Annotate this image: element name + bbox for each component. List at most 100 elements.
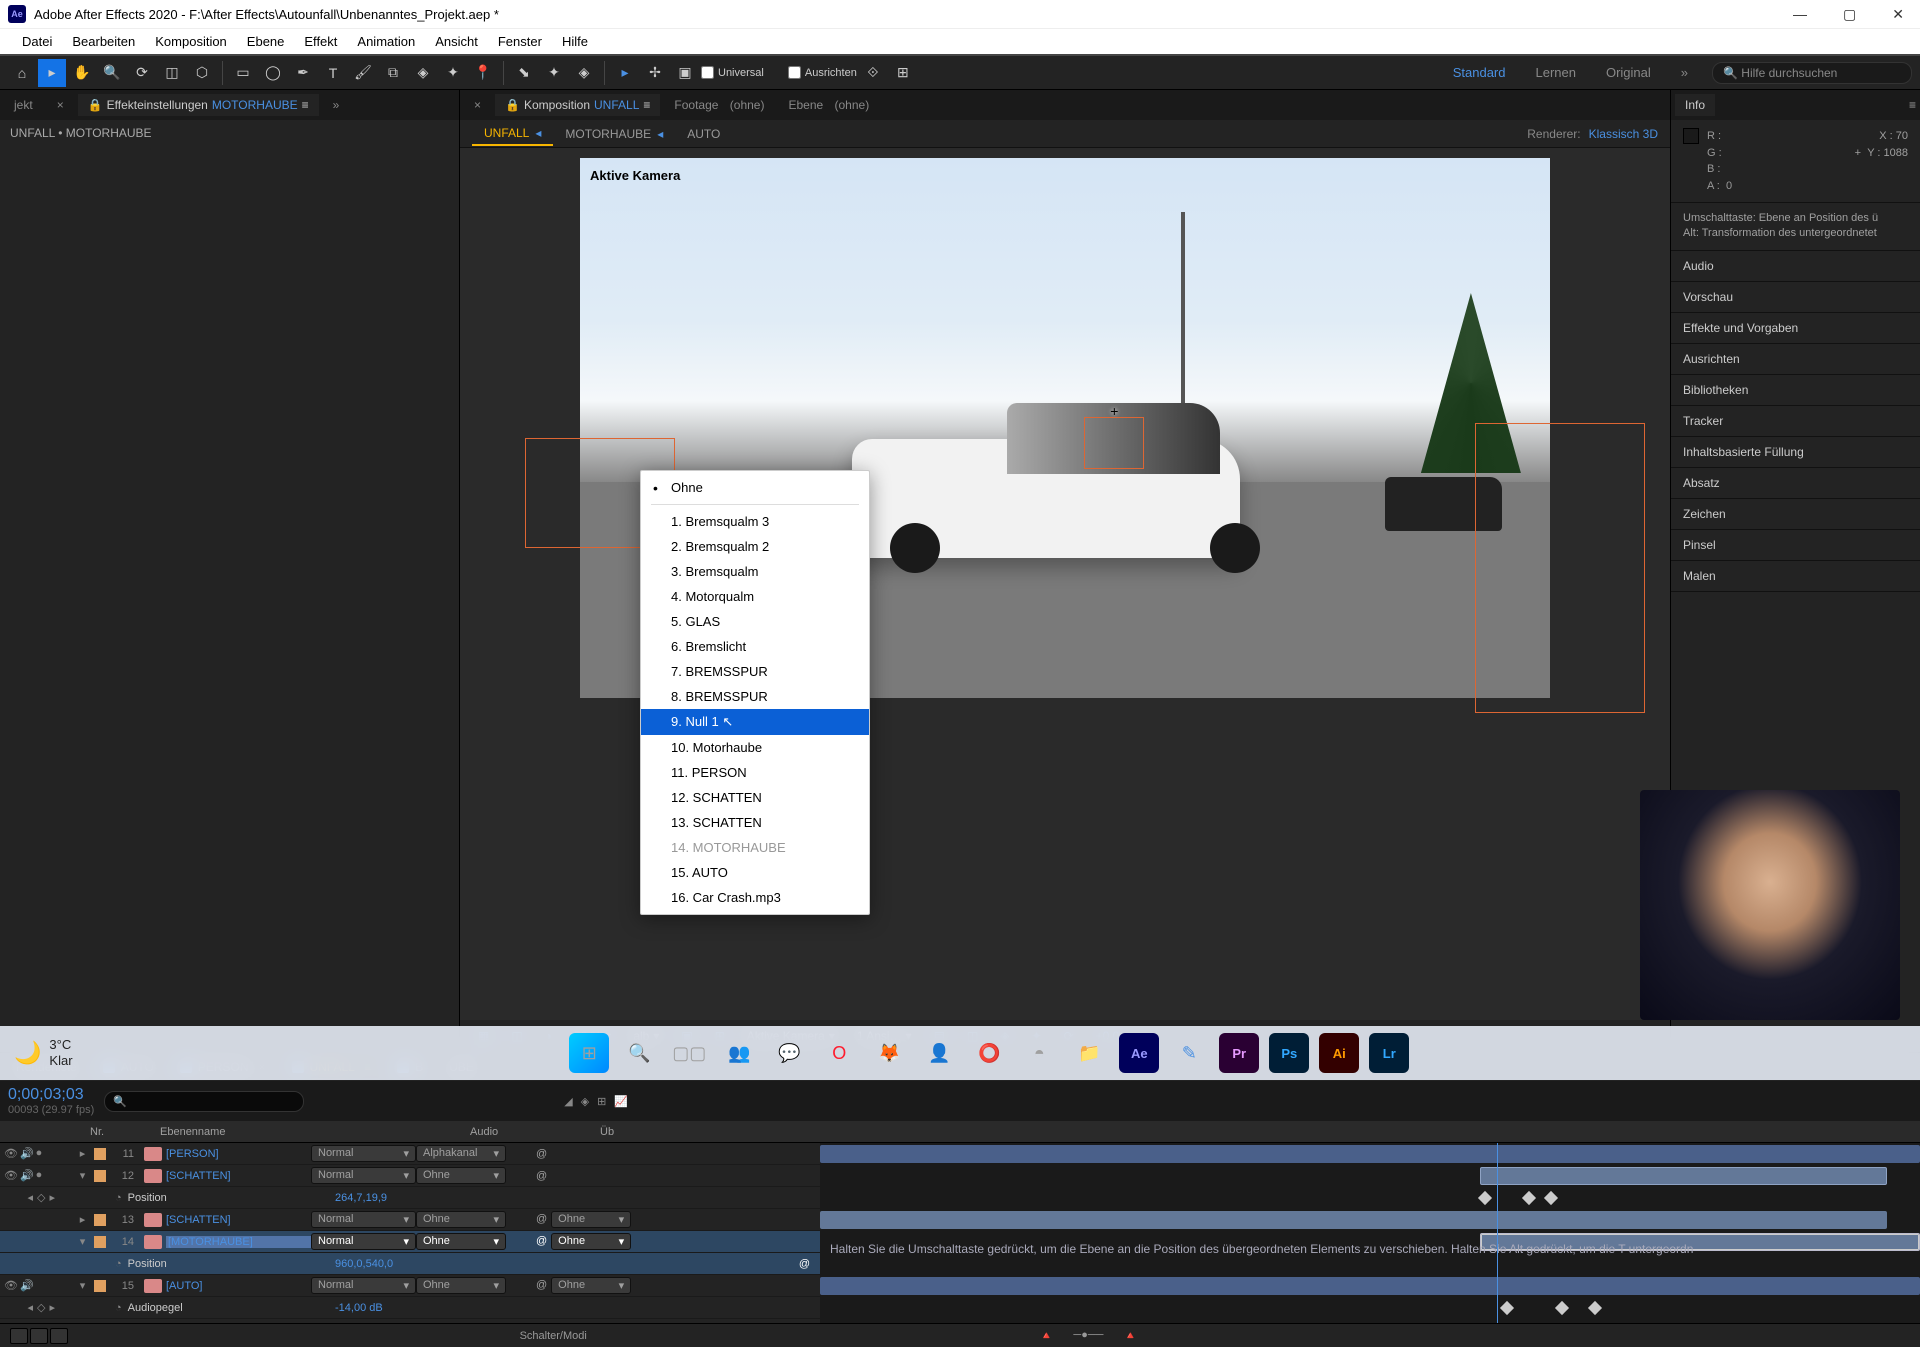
- menu-item-1[interactable]: 1. Bremsqualm 3: [641, 509, 869, 534]
- toggle-icon[interactable]: ▸: [75, 1147, 90, 1160]
- pickwhip-icon[interactable]: @: [536, 1148, 547, 1160]
- stopwatch-icon[interactable]: ◔: [115, 1302, 122, 1314]
- workspace-lernen[interactable]: Lernen: [1535, 65, 1575, 80]
- stopwatch-icon[interactable]: ◔: [115, 1192, 122, 1204]
- tab-menu-icon[interactable]: ≡: [643, 98, 650, 112]
- section-absatz[interactable]: Absatz: [1683, 476, 1908, 490]
- timeline-tracks[interactable]: 20f01:00f10f20f02:00f10f20f03:00f10f20f0…: [820, 1143, 1920, 1323]
- prev-key-icon[interactable]: ◂: [27, 1191, 33, 1204]
- zoom-tool[interactable]: 🔍: [98, 59, 126, 87]
- layer-row-12[interactable]: 👁🔊● ▾ 12 [SCHATTEN] Normal▾ Ohne▾ @: [0, 1165, 820, 1187]
- eraser-tool[interactable]: ◈: [409, 59, 437, 87]
- taskbar-explorer[interactable]: 📁: [1069, 1033, 1109, 1073]
- section-tracker[interactable]: Tracker: [1683, 414, 1908, 428]
- mode-dropdown[interactable]: Normal▾: [311, 1277, 416, 1294]
- menu-item-13[interactable]: 13. SCHATTEN: [641, 810, 869, 835]
- solo-icon[interactable]: ●: [36, 1147, 43, 1160]
- pickwhip-icon[interactable]: @: [536, 1170, 547, 1182]
- speaker-icon[interactable]: 🔊: [20, 1147, 34, 1160]
- property-row-audiopegel[interactable]: ◂◇▸ ◔Audiopegel -14,00 dB: [0, 1297, 820, 1319]
- mode-dropdown[interactable]: Normal▾: [311, 1145, 416, 1162]
- track-matte-dropdown[interactable]: Ohne▾: [416, 1167, 506, 1184]
- taskbar-illustrator[interactable]: Ai: [1319, 1033, 1359, 1073]
- section-pinsel[interactable]: Pinsel: [1683, 538, 1908, 552]
- tab-ebene[interactable]: Ebene (ohne): [778, 94, 879, 116]
- taskbar-app-3[interactable]: ◓: [1019, 1033, 1059, 1073]
- speaker-icon[interactable]: 🔊: [20, 1279, 34, 1292]
- menu-ansicht[interactable]: Ansicht: [425, 34, 488, 49]
- home-tool[interactable]: ⌂: [8, 59, 36, 87]
- parent-dropdown[interactable]: Ohne▾: [551, 1211, 631, 1228]
- menu-item-7[interactable]: 7. BREMSSPUR: [641, 659, 869, 684]
- arrow-blue-tool[interactable]: ▸: [611, 59, 639, 87]
- menu-item-11[interactable]: 11. PERSON: [641, 760, 869, 785]
- section-zeichen[interactable]: Zeichen: [1683, 507, 1908, 521]
- view-axis-tool[interactable]: ◈: [570, 59, 598, 87]
- eye-icon[interactable]: 👁: [4, 1147, 18, 1160]
- taskbar-teams[interactable]: 👥: [719, 1033, 759, 1073]
- tab-x1[interactable]: ×: [47, 94, 74, 116]
- tab-komposition[interactable]: 🔒 Komposition UNFALL ≡: [495, 94, 660, 116]
- layer-row-13[interactable]: ▸ 13 [SCHATTEN] Normal▾ Ohne▾ @Ohne▾: [0, 1209, 820, 1231]
- taskbar-search[interactable]: 🔍: [619, 1033, 659, 1073]
- section-vorschau[interactable]: Vorschau: [1683, 290, 1908, 304]
- pan-behind-tool[interactable]: ⬡: [188, 59, 216, 87]
- menu-item-3[interactable]: 3. Bremsqualm: [641, 559, 869, 584]
- maximize-button[interactable]: ▢: [1835, 2, 1864, 27]
- menu-animation[interactable]: Animation: [347, 34, 425, 49]
- world-axis-tool[interactable]: ✦: [540, 59, 568, 87]
- menu-hilfe[interactable]: Hilfe: [552, 34, 598, 49]
- pickwhip-icon[interactable]: @: [536, 1279, 547, 1291]
- roto-tool[interactable]: ✦: [439, 59, 467, 87]
- renderer-label[interactable]: Renderer:Klassisch 3D: [1527, 127, 1658, 141]
- mode-dropdown[interactable]: Normal▾: [311, 1233, 416, 1250]
- track-matte-dropdown[interactable]: Ohne▾: [416, 1211, 506, 1228]
- taskbar-aftereffects[interactable]: Ae: [1119, 1033, 1159, 1073]
- menu-item-16[interactable]: 16. Car Crash.mp3: [641, 885, 869, 910]
- section-ausrichten[interactable]: Ausrichten: [1683, 352, 1908, 366]
- mode-dropdown[interactable]: Normal▾: [311, 1167, 416, 1184]
- pickwhip-icon[interactable]: @: [536, 1213, 547, 1225]
- taskbar-whatsapp[interactable]: 💬: [769, 1033, 809, 1073]
- camera-tool[interactable]: ◫: [158, 59, 186, 87]
- taskbar-firefox[interactable]: 🦊: [869, 1033, 909, 1073]
- brush-tool[interactable]: 🖌: [349, 59, 377, 87]
- mode-dropdown[interactable]: Normal▾: [311, 1211, 416, 1228]
- switch-mode-label[interactable]: Schalter/Modi: [76, 1330, 1030, 1342]
- menu-item-5[interactable]: 5. GLAS: [641, 609, 869, 634]
- menu-item-4[interactable]: 4. Motorqualm: [641, 584, 869, 609]
- zoom-slider[interactable]: ─●──: [1073, 1329, 1103, 1342]
- property-row-position[interactable]: ◂◇▸ ◔Position 264,7,19,9: [0, 1187, 820, 1209]
- ausrichten-checkbox[interactable]: Ausrichten: [788, 66, 857, 79]
- taskbar-opera[interactable]: O: [819, 1033, 859, 1073]
- section-malen[interactable]: Malen: [1683, 569, 1908, 583]
- workspace-standard[interactable]: Standard: [1453, 65, 1506, 80]
- speaker-icon[interactable]: 🔊: [20, 1169, 34, 1182]
- timeline-toggle-icons[interactable]: [10, 1328, 68, 1344]
- zoom-in-icon[interactable]: 🔺: [1123, 1329, 1137, 1342]
- layer-row-11[interactable]: 👁🔊● ▸ 11 [PERSON] Normal▾ Alphakanal▾ @: [0, 1143, 820, 1165]
- section-inhalt[interactable]: Inhaltsbasierte Füllung: [1683, 445, 1908, 459]
- timeline-timecode[interactable]: 0;00;03;03: [8, 1086, 94, 1104]
- panel-menu-icon[interactable]: ≡: [1909, 98, 1916, 112]
- taskbar-photoshop[interactable]: Ps: [1269, 1033, 1309, 1073]
- stopwatch-icon[interactable]: ◔: [115, 1258, 122, 1270]
- universal-checkbox[interactable]: Universal: [701, 66, 764, 79]
- center-tab-x[interactable]: ×: [464, 94, 491, 116]
- local-axis-tool[interactable]: ⬊: [510, 59, 538, 87]
- draft-icon[interactable]: ⊞: [597, 1095, 606, 1108]
- anchor-marker[interactable]: [1084, 417, 1144, 469]
- taskbar-app-2[interactable]: ⭕: [969, 1033, 1009, 1073]
- menu-komposition[interactable]: Komposition: [145, 34, 237, 49]
- selection-tool[interactable]: ▸: [38, 59, 66, 87]
- menu-item-2[interactable]: 2. Bremsqualm 2: [641, 534, 869, 559]
- toggle-icon[interactable]: ▾: [75, 1279, 90, 1292]
- section-effekte[interactable]: Effekte und Vorgaben: [1683, 321, 1908, 335]
- track-matte-dropdown[interactable]: Ohne▾: [416, 1277, 506, 1294]
- menu-effekt[interactable]: Effekt: [294, 34, 347, 49]
- close-button[interactable]: ✕: [1884, 2, 1912, 27]
- parent-dropdown[interactable]: Ohne▾: [551, 1277, 631, 1294]
- taskbar-weather[interactable]: 🌙 3°C Klar: [14, 1037, 73, 1068]
- blur-icon[interactable]: ◈: [581, 1095, 589, 1108]
- pickwhip-icon[interactable]: @: [799, 1258, 810, 1270]
